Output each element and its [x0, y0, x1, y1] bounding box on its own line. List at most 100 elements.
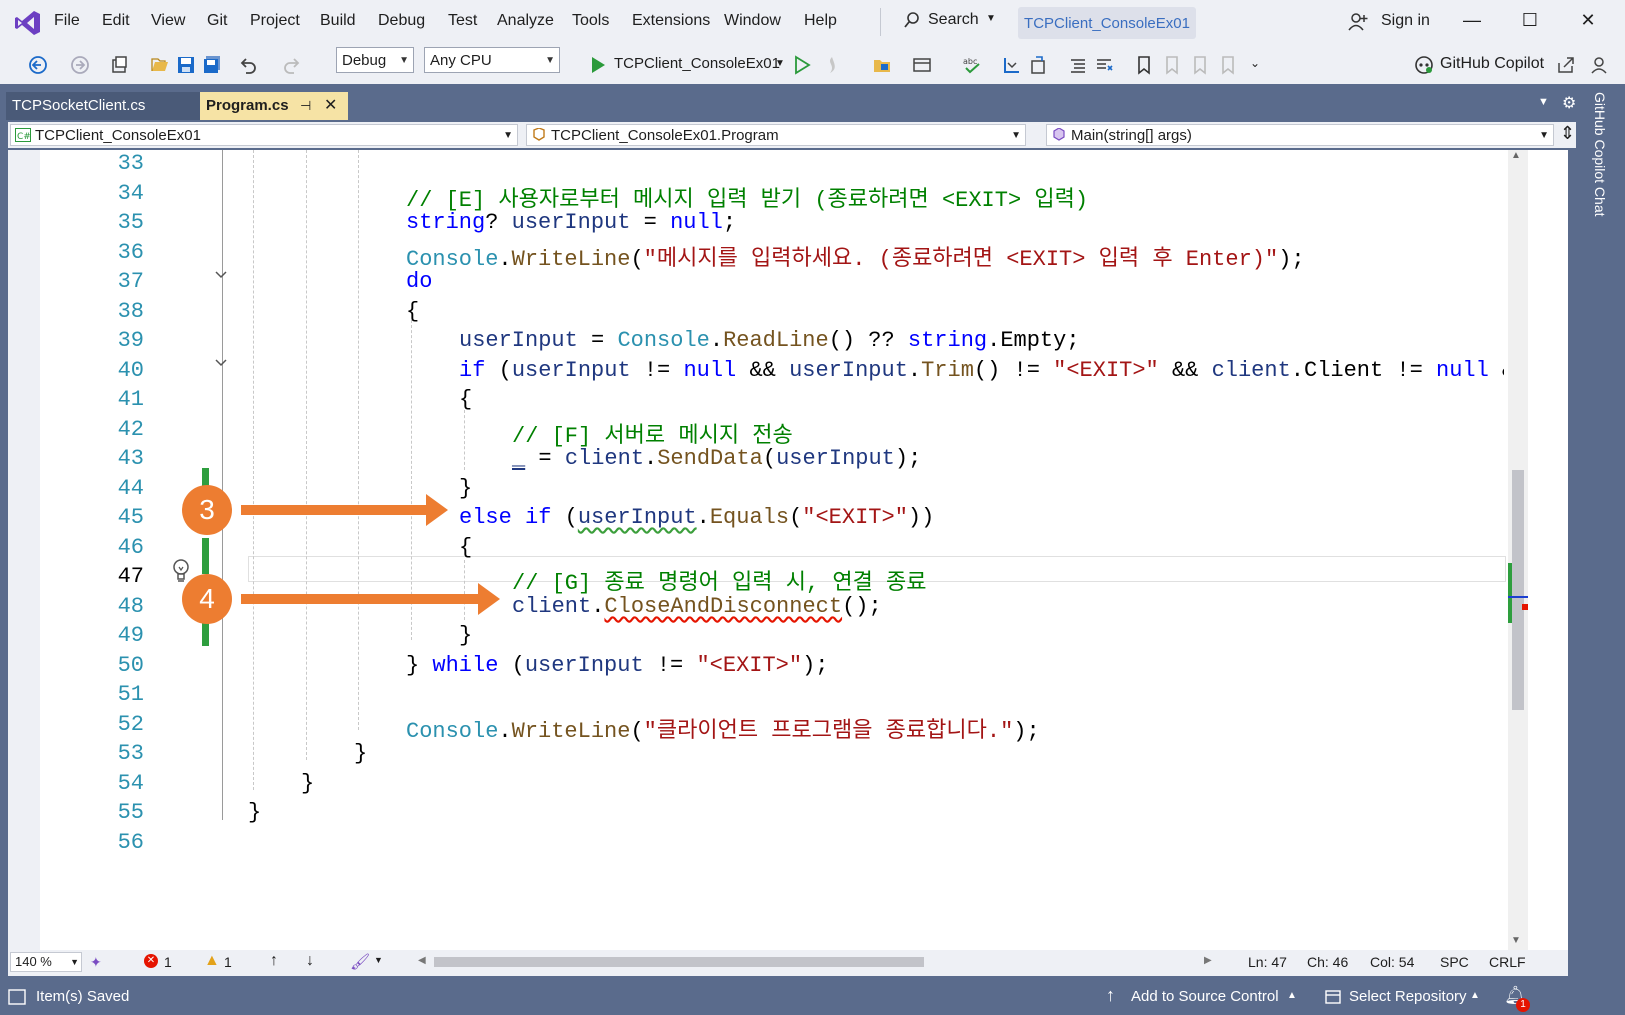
- code-cleanup-icon[interactable]: 🖌: [350, 952, 370, 972]
- pin-icon[interactable]: ⊣: [300, 92, 311, 120]
- code-line-39[interactable]: userInput = Console.ReadLine() ?? string…: [459, 328, 1080, 353]
- next-bookmark-icon[interactable]: [1190, 55, 1210, 75]
- collapse-chevron-icon[interactable]: [214, 268, 228, 282]
- code-line-34[interactable]: // [E] 사용자로부터 메시지 입력 받기 (종료하려면 <EXIT> 입력…: [406, 181, 1088, 213]
- horizontal-scrollbar-thumb[interactable]: [434, 957, 924, 967]
- tab-list-dropdown-icon[interactable]: ▼: [1538, 96, 1549, 108]
- code-line-37[interactable]: do: [406, 269, 432, 294]
- clear-bookmarks-icon[interactable]: [1218, 55, 1238, 75]
- code-line-45[interactable]: else if (userInput.Equals("<EXIT>")): [459, 505, 934, 530]
- maximize-icon[interactable]: ☐: [1515, 10, 1545, 36]
- code-line-49[interactable]: }: [459, 623, 472, 648]
- output-window-icon[interactable]: [8, 989, 26, 1005]
- menu-edit[interactable]: Edit: [102, 12, 130, 30]
- code-line-46[interactable]: {: [459, 535, 472, 560]
- project-dropdown[interactable]: C# TCPClient_ConsoleEx01 ▼: [10, 124, 518, 146]
- spell-check-icon[interactable]: abc: [962, 55, 982, 75]
- properties-icon[interactable]: [912, 55, 932, 75]
- step-into-icon[interactable]: [1002, 55, 1022, 75]
- sign-in-button[interactable]: Sign in: [1381, 12, 1430, 30]
- code-line-48[interactable]: client.CloseAndDisconnect();: [512, 594, 882, 619]
- toolbar-overflow-icon[interactable]: ⌄: [1250, 56, 1260, 70]
- scroll-down-icon[interactable]: ▼: [1511, 935, 1521, 946]
- chevron-down-icon[interactable]: ▼: [374, 955, 383, 965]
- menu-project[interactable]: Project: [250, 12, 300, 30]
- save-all-icon[interactable]: [202, 55, 222, 75]
- menu-debug[interactable]: Debug: [378, 12, 425, 30]
- visual-studio-logo-icon[interactable]: [14, 9, 42, 37]
- code-line-44[interactable]: }: [459, 476, 472, 501]
- code-line-42[interactable]: // [F] 서버로 메시지 전송: [512, 417, 793, 449]
- menu-file[interactable]: File: [54, 12, 80, 30]
- previous-bookmark-icon[interactable]: [1162, 55, 1182, 75]
- redo-icon[interactable]: [282, 55, 302, 75]
- whitespace-indicator[interactable]: SPC: [1440, 954, 1469, 970]
- health-icon[interactable]: ✦: [90, 954, 102, 971]
- error-icon[interactable]: ✕: [144, 954, 158, 968]
- solution-name-badge[interactable]: TCPClient_ConsoleEx01: [1018, 7, 1196, 39]
- search-button[interactable]: Search ▼: [902, 10, 996, 34]
- close-icon[interactable]: ✕: [1573, 10, 1603, 36]
- code-line-47[interactable]: // [G] 종료 명령어 입력 시, 연결 종료: [512, 564, 927, 596]
- next-issue-icon[interactable]: ↓: [306, 952, 314, 970]
- feedback-icon[interactable]: [1590, 55, 1610, 75]
- menu-view[interactable]: View: [151, 12, 185, 30]
- collapse-chevron-icon[interactable]: [214, 356, 228, 370]
- hot-reload-icon[interactable]: [822, 55, 842, 75]
- type-dropdown[interactable]: TCPClient_ConsoleEx01.Program ▼: [526, 124, 1026, 146]
- scrollbar-thumb[interactable]: [1512, 470, 1524, 710]
- menu-git[interactable]: Git: [207, 12, 227, 30]
- scroll-up-icon[interactable]: ▲: [1511, 150, 1521, 161]
- start-without-debugging-icon[interactable]: [792, 55, 812, 75]
- split-window-icon[interactable]: ⇕: [1560, 123, 1575, 144]
- start-debugging-icon[interactable]: [588, 55, 608, 75]
- warning-icon[interactable]: ▲: [204, 952, 220, 970]
- share-icon[interactable]: [1556, 55, 1576, 75]
- menu-test[interactable]: Test: [448, 12, 477, 30]
- open-file-icon[interactable]: [150, 55, 170, 75]
- zoom-dropdown[interactable]: 140 % ▼: [10, 952, 82, 972]
- github-copilot-button[interactable]: GitHub Copilot: [1440, 55, 1544, 73]
- menu-window[interactable]: Window: [724, 12, 781, 30]
- start-target-label[interactable]: TCPClient_ConsoleEx01: [614, 55, 780, 72]
- menu-extensions[interactable]: Extensions: [632, 12, 710, 30]
- code-line-55[interactable]: }: [248, 800, 261, 825]
- tab-tcpsocketclient[interactable]: TCPSocketClient.cs: [6, 92, 200, 120]
- code-line-50[interactable]: } while (userInput != "<EXIT>");: [406, 653, 829, 678]
- add-to-source-control-button[interactable]: Add to Source Control: [1131, 988, 1279, 1005]
- code-line-54[interactable]: }: [301, 771, 314, 796]
- line-ending-indicator[interactable]: CRLF: [1489, 954, 1526, 970]
- scroll-right-icon[interactable]: ▶: [1204, 955, 1212, 966]
- close-tab-icon[interactable]: ✕: [324, 92, 337, 120]
- navigate-forward-icon[interactable]: [70, 55, 90, 75]
- scroll-left-icon[interactable]: ◀: [418, 955, 426, 966]
- bookmark-icon[interactable]: [1134, 55, 1154, 75]
- select-repository-button[interactable]: Select Repository: [1349, 988, 1467, 1005]
- code-line-40[interactable]: if (userInput != null && userInput.Trim(…: [459, 358, 1504, 383]
- menu-help[interactable]: Help: [804, 12, 837, 30]
- code-line-35[interactable]: string? userInput = null;: [406, 210, 736, 235]
- warning-count[interactable]: 1: [224, 954, 232, 970]
- code-line-52[interactable]: Console.WriteLine("클라이언트 프로그램을 종료합니다.");: [406, 712, 1040, 744]
- step-over-icon[interactable]: [1028, 55, 1048, 75]
- code-line-38[interactable]: {: [406, 299, 419, 324]
- solution-explorer-icon[interactable]: [872, 55, 892, 75]
- comment-lines-icon[interactable]: [1068, 55, 1088, 75]
- menu-build[interactable]: Build: [320, 12, 356, 30]
- member-dropdown[interactable]: Main(string[] args) ▼: [1046, 124, 1554, 146]
- menu-analyze[interactable]: Analyze: [497, 12, 554, 30]
- save-icon[interactable]: [176, 55, 196, 75]
- settings-gear-icon[interactable]: ⚙: [1562, 93, 1576, 113]
- tab-program[interactable]: Program.cs ⊣ ✕: [200, 92, 348, 120]
- code-line-41[interactable]: {: [459, 387, 472, 412]
- error-count[interactable]: 1: [164, 954, 172, 970]
- code-line-43[interactable]: _ = client.SendData(userInput);: [512, 446, 921, 471]
- chevron-down-icon[interactable]: ▼: [775, 58, 785, 69]
- github-copilot-chat-tab[interactable]: GitHub Copilot Chat: [1586, 88, 1610, 238]
- code-line-53[interactable]: }: [354, 741, 367, 766]
- new-project-icon[interactable]: [110, 55, 130, 75]
- code-line-36[interactable]: Console.WriteLine("메시지를 입력하세요. (종료하려면 <E…: [406, 240, 1305, 272]
- menu-tools[interactable]: Tools: [572, 12, 609, 30]
- minimize-icon[interactable]: —: [1457, 10, 1487, 36]
- uncomment-lines-icon[interactable]: [1094, 55, 1114, 75]
